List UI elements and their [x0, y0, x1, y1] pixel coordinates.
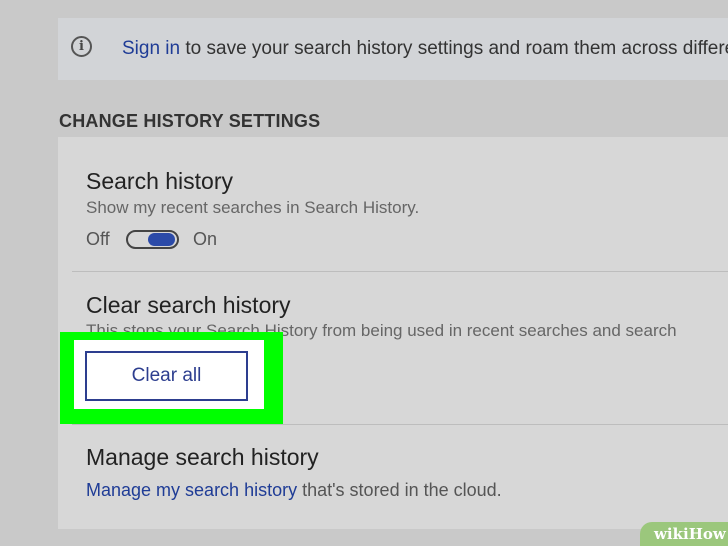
clear-history-title: Clear search history	[86, 292, 291, 318]
toggle-on-label: On	[193, 229, 218, 249]
wikihow-watermark: wikiHow	[640, 522, 728, 546]
banner-text: to save your search history settings and…	[180, 38, 728, 59]
manage-history-link[interactable]: Manage my search history	[86, 480, 297, 500]
divider	[72, 271, 728, 272]
banner-message: Sign in to save your search history sett…	[122, 38, 728, 60]
divider	[72, 424, 728, 425]
clear-all-button[interactable]: Clear all	[85, 351, 248, 401]
manage-history-title: Manage search history	[86, 444, 319, 470]
info-icon: i	[71, 36, 92, 57]
sign-in-link[interactable]: Sign in	[122, 38, 180, 59]
manage-history-text: that's stored in the cloud.	[297, 480, 502, 500]
toggle-off-label: Off	[86, 229, 110, 249]
manage-history-line: Manage my search history that's stored i…	[86, 480, 502, 501]
search-history-title: Search history	[86, 168, 234, 194]
toggle-knob	[148, 233, 175, 246]
section-heading: CHANGE HISTORY SETTINGS	[59, 111, 321, 131]
search-history-description: Show my recent searches in Search Histor…	[86, 198, 420, 217]
